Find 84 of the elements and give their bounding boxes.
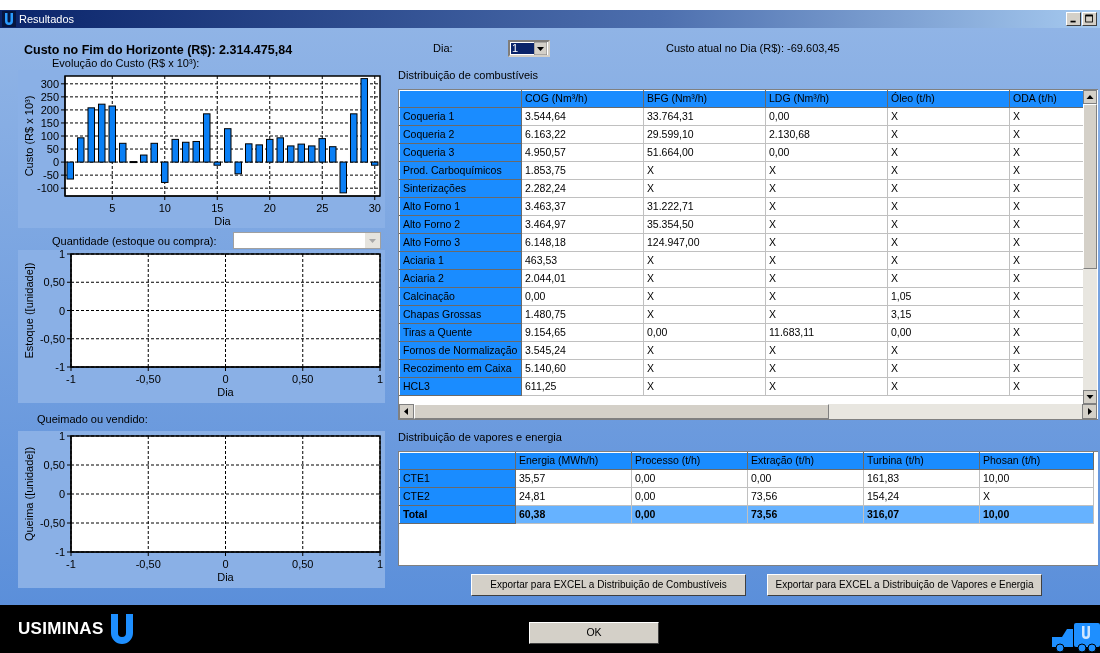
tick-label: -1 [66, 373, 76, 385]
tick-label: 20 [263, 202, 276, 214]
tick-label: 5 [109, 202, 116, 214]
burned-label: Queimado ou vendido: [37, 412, 149, 426]
tick-label: 300 [40, 77, 59, 90]
tick-label: 0 [58, 304, 65, 317]
tick-label: 1 [58, 250, 65, 260]
horizon-cost-text: Custo no Fim do Horizonte (R$): 2.314.475,84 [24, 42, 294, 56]
maximize-button[interactable] [1082, 12, 1097, 26]
axis-title: Dia [217, 386, 234, 398]
column-header: Processo (t/h) [631, 452, 748, 470]
tick-label: -1 [55, 361, 65, 373]
axis-title: Estoque ([unidade]) [22, 262, 35, 359]
column-header: Extração (t/h) [747, 452, 864, 470]
tick-label: 0,50 [43, 276, 65, 289]
column-header: ODA (t/h) [1009, 90, 1083, 108]
quantity-dropdown[interactable] [233, 232, 381, 249]
tick-label: 1 [376, 558, 384, 570]
column-header: Phosan (t/h) [979, 452, 1094, 470]
section-title: Distribuição de combustíveis [398, 68, 539, 81]
tick-label: 15 [211, 202, 224, 214]
tick-label: 1 [376, 373, 384, 385]
column-header: Turbina (t/h) [863, 452, 980, 470]
tick-label: 0 [222, 558, 229, 570]
vertical-scrollbar[interactable] [1083, 90, 1097, 404]
tick-label: -1 [55, 546, 65, 558]
section-title: Distribuição de vapores e energia [398, 430, 563, 443]
minimize-button[interactable] [1066, 12, 1081, 26]
scrollbar-thumb[interactable] [414, 404, 829, 419]
tick-label: 0 [52, 156, 59, 169]
quantity-label: Quantidade (estoque ou compra): [52, 233, 218, 248]
chart-title: Evolução do Custo (R$ x 10³): [52, 57, 201, 70]
column-header: BFG (Nm³/h) [643, 90, 766, 108]
tick-label: 0 [222, 373, 229, 385]
column-header: Energia (MWh/h) [515, 452, 632, 470]
window-title: Resultados [19, 11, 75, 27]
dropdown-arrow-icon [534, 41, 547, 55]
axis-title: Dia [214, 215, 231, 227]
bar [245, 143, 253, 163]
logo-text: USIMINAS [18, 618, 104, 641]
tick-label: 30 [368, 202, 381, 214]
tick-label: 0,50 [43, 459, 65, 471]
day-label: Dia: [433, 40, 454, 56]
tick-label: 25 [316, 202, 329, 214]
export-button[interactable]: Exportar para EXCEL a Distribuição de Vapores e Energia [767, 574, 1042, 596]
scroll-down-button[interactable] [1083, 390, 1097, 404]
tick-label: -0,50 [39, 517, 65, 529]
app-logo-icon [2, 11, 16, 27]
column-header: LDG (Nm³/h) [765, 90, 888, 108]
tick-label: 200 [40, 103, 59, 116]
tick-label: -100 [36, 182, 59, 195]
tick-label: 150 [40, 116, 59, 129]
current-cost-text: Custo atual no Dia (R$): -69.603,45 [666, 40, 840, 56]
scroll-right-button[interactable] [1082, 404, 1097, 419]
day-dropdown[interactable]: 1 [508, 39, 550, 57]
axis-title: Queima ([unidade]) [22, 446, 35, 542]
tick-label: 100 [40, 130, 59, 142]
bar [350, 113, 358, 163]
horizontal-scrollbar[interactable] [399, 404, 1097, 419]
axis-title: Custo (R$ x 10³) [22, 95, 35, 177]
tick-label: 50 [46, 143, 59, 156]
tick-label: 0,50 [292, 373, 314, 385]
logo-icon [109, 613, 134, 645]
tick-label: -0,50 [135, 373, 161, 385]
scrollbar-thumb[interactable] [1083, 104, 1097, 269]
tick-label: 250 [40, 90, 59, 103]
export-button[interactable]: Exportar para EXCEL a Distribuição de Combustíveis [471, 574, 746, 596]
tick-label: 0,50 [292, 558, 314, 570]
ok-button[interactable]: OK [529, 622, 659, 644]
bar [140, 154, 148, 163]
tick-label: -50 [43, 169, 59, 182]
tick-label: 10 [158, 202, 171, 214]
scroll-left-button[interactable] [399, 404, 414, 419]
bar [150, 142, 158, 163]
tick-label: -0,50 [39, 332, 65, 345]
scroll-up-button[interactable] [1083, 90, 1097, 104]
axis-title: Dia [217, 571, 234, 583]
column-header: Óleo (t/h) [887, 90, 1010, 108]
bar [255, 144, 263, 163]
tick-label: 0 [58, 488, 65, 500]
tick-label: 1 [58, 431, 65, 442]
tick-label: -1 [66, 558, 76, 570]
column-header: COG (Nm³/h) [521, 90, 644, 108]
tick-label: -0,50 [135, 558, 161, 570]
